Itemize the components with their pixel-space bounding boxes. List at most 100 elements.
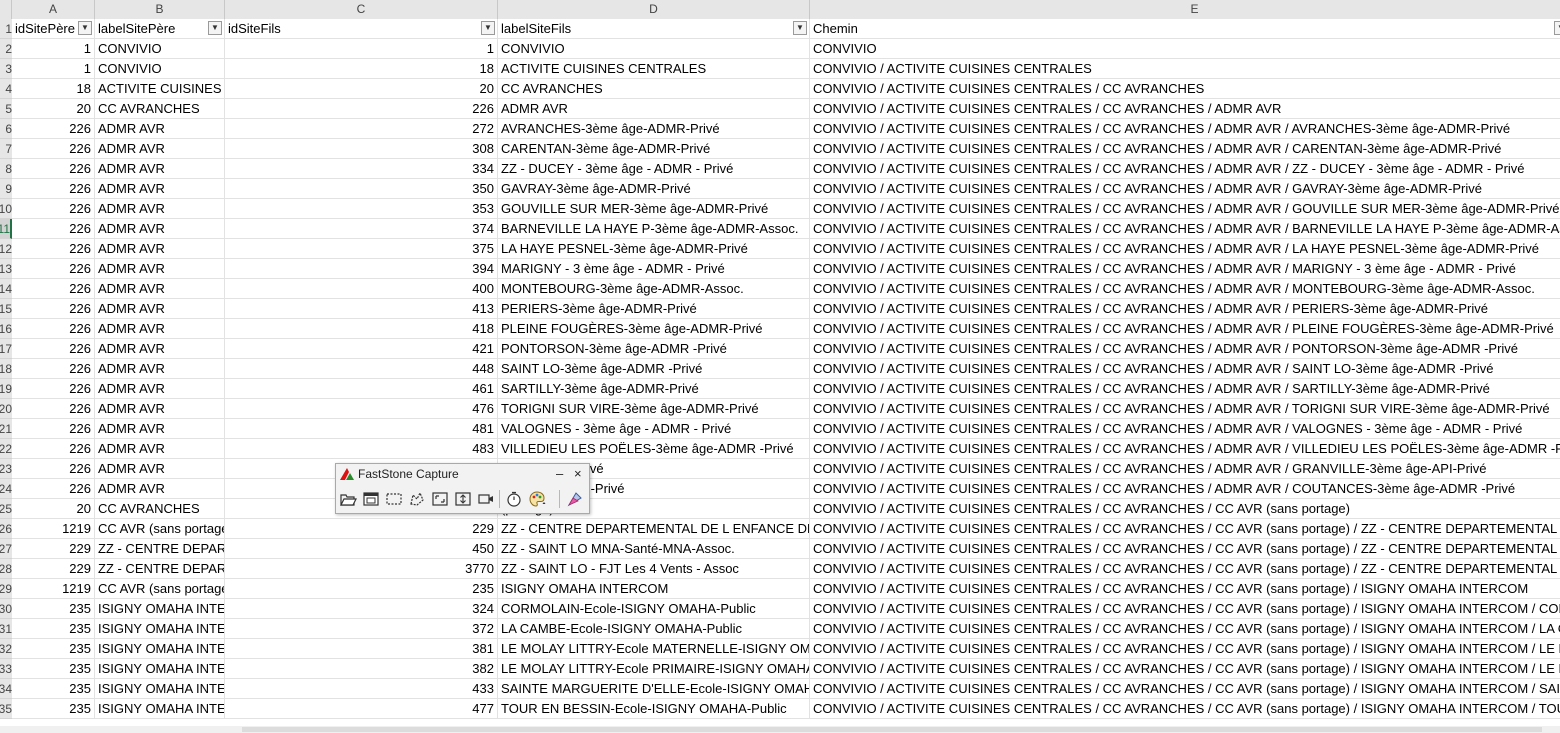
cell-a[interactable]: 235 xyxy=(12,659,95,679)
cell-c[interactable]: 1 xyxy=(225,39,498,59)
cell-d[interactable]: PLEINE FOUGÈRES-3ème âge-ADMR-Privé xyxy=(498,319,810,339)
column-header-d[interactable]: D xyxy=(498,0,810,19)
row-header[interactable]: 28 xyxy=(0,559,12,579)
cell-e[interactable]: CONVIVIO / ACTIVITE CUISINES CENTRALES /… xyxy=(810,199,1560,219)
header-cell-b[interactable]: labelSitePère ▼ xyxy=(95,19,225,39)
row-header[interactable]: 3 xyxy=(0,59,12,79)
filter-dropdown-icon[interactable]: ▼ xyxy=(793,21,807,35)
cell-e[interactable]: CONVIVIO / ACTIVITE CUISINES CENTRALES /… xyxy=(810,599,1560,619)
cell-b[interactable]: ADMR AVR xyxy=(95,319,225,339)
cell-a[interactable]: 226 xyxy=(12,299,95,319)
cell-c[interactable]: 308 xyxy=(225,139,498,159)
cell-d[interactable]: LE MOLAY LITTRY-Ecole MATERNELLE-ISIGNY … xyxy=(498,639,810,659)
cell-a[interactable]: 20 xyxy=(12,99,95,119)
cell-d[interactable]: GAVRAY-3ème âge-ADMR-Privé xyxy=(498,179,810,199)
cell-b[interactable]: CONVIVIO xyxy=(95,39,225,59)
cell-b[interactable]: ZZ - CENTRE DEPARTE xyxy=(95,539,225,559)
cell-c[interactable]: 477 xyxy=(225,699,498,719)
close-button[interactable]: × xyxy=(574,464,582,484)
cell-d[interactable]: SAINT LO-3ème âge-ADMR -Privé xyxy=(498,359,810,379)
cell-a[interactable]: 226 xyxy=(12,379,95,399)
cell-a[interactable]: 226 xyxy=(12,419,95,439)
cell-a[interactable]: 226 xyxy=(12,279,95,299)
cell-c[interactable]: 350 xyxy=(225,179,498,199)
cell-c[interactable]: 353 xyxy=(225,199,498,219)
row-header[interactable]: 22 xyxy=(0,439,12,459)
cell-b[interactable]: ISIGNY OMAHA INTEI xyxy=(95,619,225,639)
row-header[interactable]: 18 xyxy=(0,359,12,379)
cell-c[interactable]: 481 xyxy=(225,419,498,439)
cell-b[interactable]: ADMR AVR xyxy=(95,199,225,219)
cell-a[interactable]: 235 xyxy=(12,599,95,619)
cell-a[interactable]: 1 xyxy=(12,39,95,59)
cell-b[interactable]: ADMR AVR xyxy=(95,479,225,499)
cell-d[interactable]: CORMOLAIN-Ecole-ISIGNY OMAHA-Public xyxy=(498,599,810,619)
row-header[interactable]: 2 xyxy=(0,39,12,59)
capture-scrolling-icon[interactable] xyxy=(454,490,472,508)
cell-b[interactable]: ISIGNY OMAHA INTEI xyxy=(95,699,225,719)
cell-e[interactable]: CONVIVIO / ACTIVITE CUISINES CENTRALES /… xyxy=(810,579,1560,599)
cell-d[interactable]: MARIGNY - 3 ème âge - ADMR - Privé xyxy=(498,259,810,279)
cell-c[interactable]: 448 xyxy=(225,359,498,379)
cell-d[interactable]: GOUVILLE SUR MER-3ème âge-ADMR-Privé xyxy=(498,199,810,219)
row-header[interactable]: 30 xyxy=(0,599,12,619)
row-header[interactable]: 9 xyxy=(0,179,12,199)
cell-b[interactable]: ADMR AVR xyxy=(95,159,225,179)
open-file-icon[interactable] xyxy=(339,490,357,508)
cell-b[interactable]: ADMR AVR xyxy=(95,179,225,199)
cell-c[interactable]: 18 xyxy=(225,59,498,79)
cell-d[interactable]: ISIGNY OMAHA INTERCOM xyxy=(498,579,810,599)
cell-d[interactable]: ACTIVITE CUISINES CENTRALES xyxy=(498,59,810,79)
cell-b[interactable]: ADMR AVR xyxy=(95,299,225,319)
column-header-e[interactable]: E xyxy=(810,0,1560,19)
cell-a[interactable]: 226 xyxy=(12,339,95,359)
cell-e[interactable]: CONVIVIO / ACTIVITE CUISINES CENTRALES /… xyxy=(810,279,1560,299)
cell-a[interactable]: 226 xyxy=(12,319,95,339)
cell-b[interactable]: ADMR AVR xyxy=(95,279,225,299)
cell-e[interactable]: CONVIVIO / ACTIVITE CUISINES CENTRALES /… xyxy=(810,399,1560,419)
cell-c[interactable]: 381 xyxy=(225,639,498,659)
cell-c[interactable]: 433 xyxy=(225,679,498,699)
cell-b[interactable]: ADMR AVR xyxy=(95,399,225,419)
cell-c[interactable]: 235 xyxy=(225,579,498,599)
cell-e[interactable]: CONVIVIO / ACTIVITE CUISINES CENTRALES /… xyxy=(810,619,1560,639)
cell-e[interactable]: CONVIVIO / ACTIVITE CUISINES CENTRALES /… xyxy=(810,139,1560,159)
filter-dropdown-icon[interactable]: ▼ xyxy=(481,21,495,35)
row-header[interactable]: 29 xyxy=(0,579,12,599)
cell-c[interactable]: 461 xyxy=(225,379,498,399)
cell-a[interactable]: 226 xyxy=(12,479,95,499)
cell-e[interactable]: CONVIVIO / ACTIVITE CUISINES CENTRALES /… xyxy=(810,299,1560,319)
cell-a[interactable]: 229 xyxy=(12,539,95,559)
cell-b[interactable]: ADMR AVR xyxy=(95,239,225,259)
row-header[interactable]: 4 xyxy=(0,79,12,99)
cell-e[interactable]: CONVIVIO / ACTIVITE CUISINES CENTRALES /… xyxy=(810,219,1560,239)
cell-a[interactable]: 235 xyxy=(12,639,95,659)
cell-e[interactable]: CONVIVIO / ACTIVITE CUISINES CENTRALES /… xyxy=(810,99,1560,119)
faststone-capture-toolbar[interactable]: FastStone Capture – × xyxy=(335,463,590,514)
cell-d[interactable]: ZZ - CENTRE DEPARTEMENTAL DE L ENFANCE D… xyxy=(498,519,810,539)
cell-e[interactable]: CONVIVIO / ACTIVITE CUISINES CENTRALES /… xyxy=(810,259,1560,279)
cell-a[interactable]: 226 xyxy=(12,259,95,279)
cell-c[interactable]: 375 xyxy=(225,239,498,259)
delay-timer-icon[interactable] xyxy=(505,490,523,508)
row-header[interactable]: 24 xyxy=(0,479,12,499)
horizontal-scrollbar[interactable] xyxy=(0,726,1560,733)
cell-a[interactable]: 229 xyxy=(12,559,95,579)
cell-d[interactable]: LE MOLAY LITTRY-Ecole PRIMAIRE-ISIGNY OM… xyxy=(498,659,810,679)
cell-a[interactable]: 20 xyxy=(12,499,95,519)
cell-b[interactable]: CONVIVIO xyxy=(95,59,225,79)
cell-e[interactable]: CONVIVIO / ACTIVITE CUISINES CENTRALES /… xyxy=(810,479,1560,499)
cell-b[interactable]: CC AVRANCHES xyxy=(95,499,225,519)
column-header-b[interactable]: B xyxy=(95,0,225,19)
cell-b[interactable]: ISIGNY OMAHA INTEI xyxy=(95,659,225,679)
row-header[interactable]: 35 xyxy=(0,699,12,719)
capture-window-icon[interactable] xyxy=(362,490,380,508)
filter-dropdown-icon[interactable]: ▼ xyxy=(78,21,92,35)
row-header[interactable]: 19 xyxy=(0,379,12,399)
cell-a[interactable]: 226 xyxy=(12,119,95,139)
row-header[interactable]: 23 xyxy=(0,459,12,479)
cell-b[interactable]: ACTIVITE CUISINES CI xyxy=(95,79,225,99)
cell-b[interactable]: ISIGNY OMAHA INTEI xyxy=(95,679,225,699)
row-header[interactable]: 33 xyxy=(0,659,12,679)
row-header[interactable]: 26 xyxy=(0,519,12,539)
